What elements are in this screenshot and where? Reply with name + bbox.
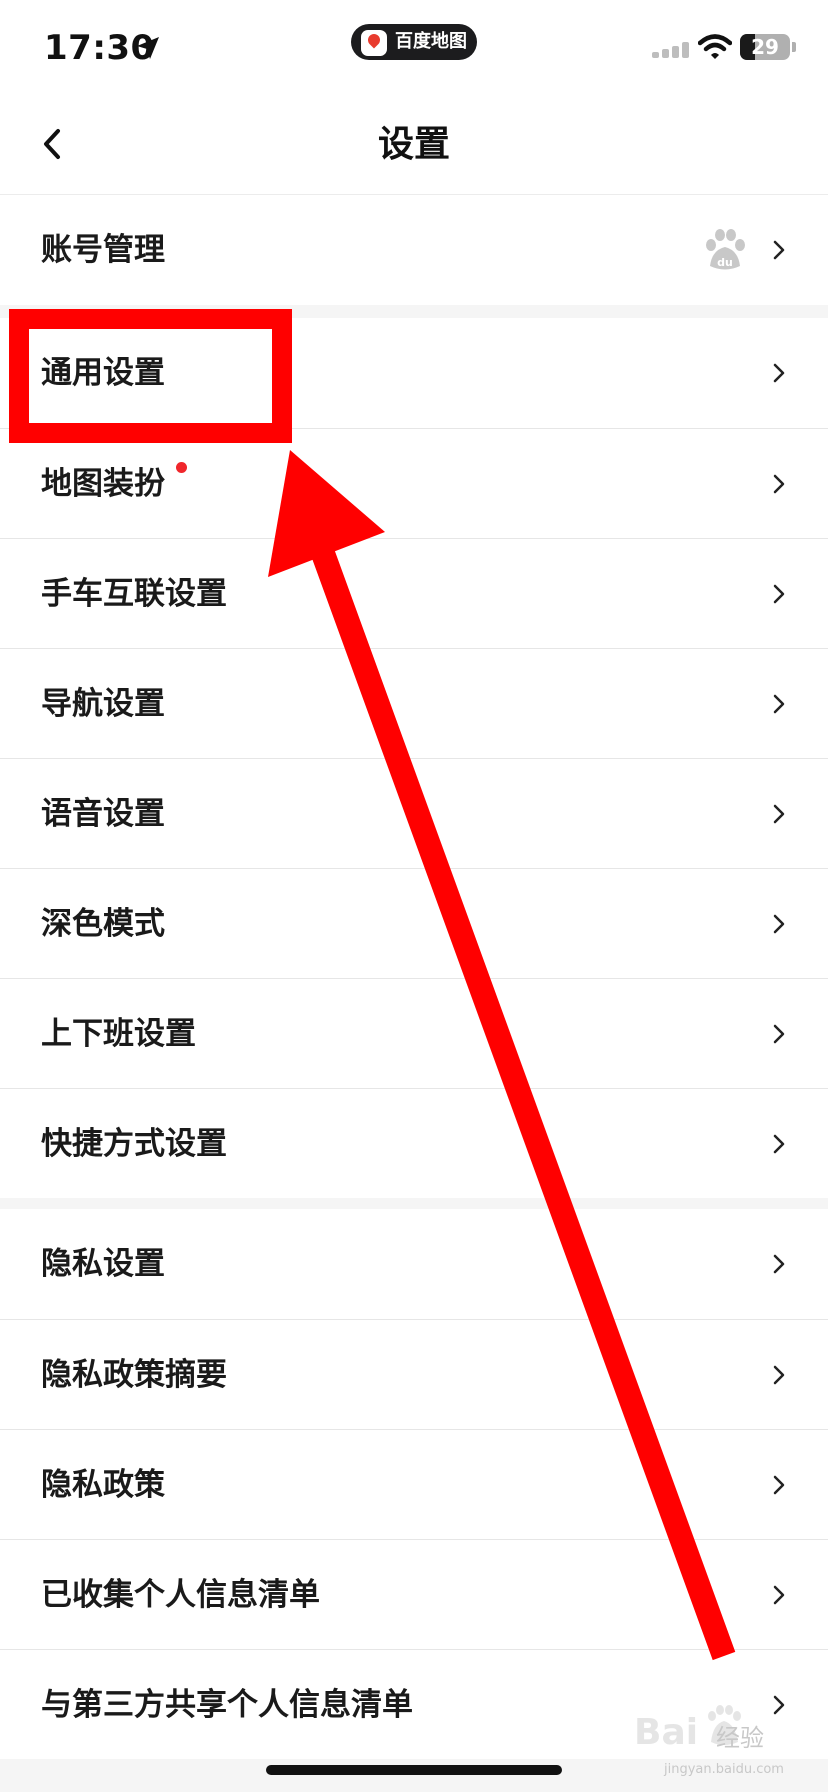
- row-label: 上下班设置: [41, 1016, 196, 1052]
- battery-icon: 29: [740, 34, 790, 60]
- annotation-highlight-box: [9, 309, 292, 443]
- general-group: 通用设置 地图装扮 手车互联设置 导航设置 语音设置 深色模式 上下班设置 快捷…: [0, 318, 828, 1198]
- chevron-right-icon: [773, 804, 785, 824]
- back-chevron-icon[interactable]: [30, 116, 86, 172]
- baidu-paw-icon: du: [706, 229, 745, 270]
- row-label: 深色模式: [41, 906, 165, 942]
- status-bar: 17:30 百度地图 29: [0, 0, 828, 96]
- settings-row-map-skin[interactable]: 地图装扮: [0, 428, 828, 538]
- settings-row-collected-info[interactable]: 已收集个人信息清单: [0, 1539, 828, 1649]
- settings-row-shortcuts[interactable]: 快捷方式设置: [0, 1088, 828, 1198]
- chevron-right-icon: [773, 1365, 785, 1385]
- row-label: 导航设置: [41, 686, 165, 722]
- chevron-right-icon: [773, 1134, 785, 1154]
- chevron-right-icon: [773, 1585, 785, 1605]
- settings-row-account[interactable]: 账号管理 du: [0, 195, 828, 305]
- chevron-right-icon: [773, 914, 785, 934]
- settings-screen: 17:30 百度地图 29 设置 账号管理 du 通用设置 地图装扮 手车互联设…: [0, 0, 828, 1792]
- row-label: 与第三方共享个人信息清单: [41, 1687, 413, 1723]
- settings-row-privacy[interactable]: 隐私设置: [0, 1209, 828, 1319]
- location-arrow-icon: [137, 37, 159, 59]
- watermark-text: 经验: [716, 1724, 764, 1752]
- settings-row-privacy-summary[interactable]: 隐私政策摘要: [0, 1319, 828, 1429]
- settings-row-dark-mode[interactable]: 深色模式: [0, 868, 828, 978]
- baidu-map-logo-icon: [361, 30, 387, 56]
- privacy-group: 隐私设置 隐私政策摘要 隐私政策 已收集个人信息清单 与第三方共享个人信息清单: [0, 1209, 828, 1759]
- new-badge-dot: [176, 462, 187, 473]
- chevron-right-icon: [773, 1475, 785, 1495]
- home-indicator: [266, 1765, 562, 1775]
- watermark-url: jingyan.baidu.com: [664, 1762, 784, 1777]
- settings-row-car-link[interactable]: 手车互联设置: [0, 538, 828, 648]
- row-label: 快捷方式设置: [41, 1126, 227, 1162]
- chevron-right-icon: [773, 1024, 785, 1044]
- row-label: 隐私政策摘要: [41, 1357, 227, 1393]
- chevron-right-icon: [773, 240, 785, 260]
- chevron-right-icon: [773, 363, 785, 383]
- battery-cap: [792, 42, 796, 52]
- chevron-right-icon: [773, 474, 785, 494]
- row-label: 已收集个人信息清单: [41, 1577, 320, 1613]
- row-label: 隐私设置: [41, 1246, 165, 1282]
- battery-percent: 29: [751, 35, 779, 59]
- back-to-app-pill[interactable]: 百度地图: [351, 24, 477, 60]
- wifi-icon: [698, 34, 732, 59]
- app-pill-label: 百度地图: [395, 31, 467, 52]
- row-label: 语音设置: [41, 796, 165, 832]
- row-label: 账号管理: [41, 232, 165, 268]
- settings-row-navigation[interactable]: 导航设置: [0, 648, 828, 758]
- svg-text:du: du: [717, 256, 733, 269]
- row-label: 手车互联设置: [41, 576, 227, 612]
- row-label: 隐私政策: [41, 1467, 165, 1503]
- svg-text:Bai: Bai: [634, 1712, 698, 1753]
- chevron-right-icon: [773, 584, 785, 604]
- chevron-right-icon: [773, 694, 785, 714]
- chevron-right-icon: [773, 1254, 785, 1274]
- settings-row-privacy-policy[interactable]: 隐私政策: [0, 1429, 828, 1539]
- row-label: 地图装扮: [41, 466, 165, 502]
- settings-row-voice[interactable]: 语音设置: [0, 758, 828, 868]
- page-title: 设置: [377, 124, 450, 165]
- settings-row-commute[interactable]: 上下班设置: [0, 978, 828, 1088]
- nav-bar: 设置: [0, 96, 828, 195]
- account-group: 账号管理 du: [0, 195, 828, 305]
- signal-icon: [652, 42, 689, 58]
